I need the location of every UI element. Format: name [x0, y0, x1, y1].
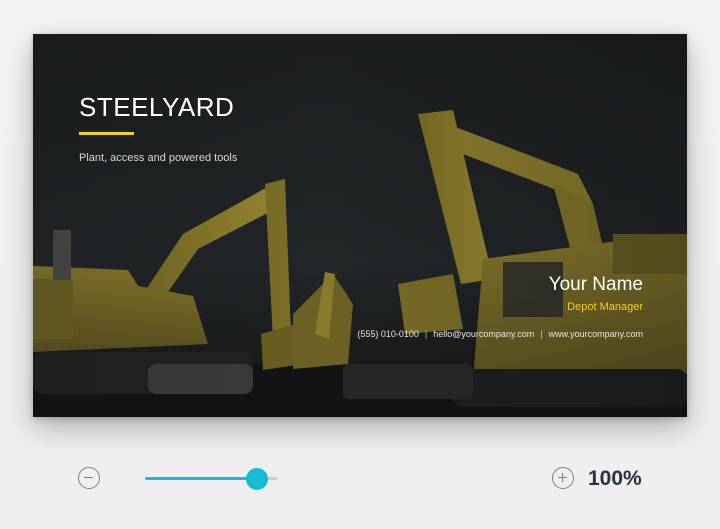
editor-stage: STEELYARD Plant, access and powered tool…: [0, 0, 720, 529]
contact-separator: |: [424, 329, 428, 339]
zoom-level-label: 100%: [588, 467, 642, 490]
brand-tagline: Plant, access and powered tools: [79, 152, 238, 164]
contact-email: hello@yourcompany.com: [433, 329, 535, 339]
zoom-slider-fill: [145, 477, 257, 480]
zoom-in-icon[interactable]: [552, 467, 574, 489]
brand-accent-rule: [79, 132, 134, 135]
zoom-slider-handle[interactable]: [246, 468, 268, 490]
person-block: Your Name Depot Manager: [549, 273, 643, 314]
brand-name: STEELYARD: [79, 92, 235, 122]
contact-line: (555) 010-0100 | hello@yourcompany.com | www…: [357, 328, 643, 340]
person-job-title: Depot Manager: [567, 301, 643, 313]
person-name: Your Name: [548, 274, 643, 295]
contact-phone: (555) 010-0100: [357, 329, 419, 339]
zoom-slider[interactable]: [145, 468, 277, 490]
contact-separator: |: [540, 329, 543, 339]
contact-website: www.yourcompany.com: [548, 329, 643, 339]
business-card-preview[interactable]: STEELYARD Plant, access and powered tool…: [33, 34, 687, 417]
zoom-out-icon[interactable]: [78, 467, 100, 489]
